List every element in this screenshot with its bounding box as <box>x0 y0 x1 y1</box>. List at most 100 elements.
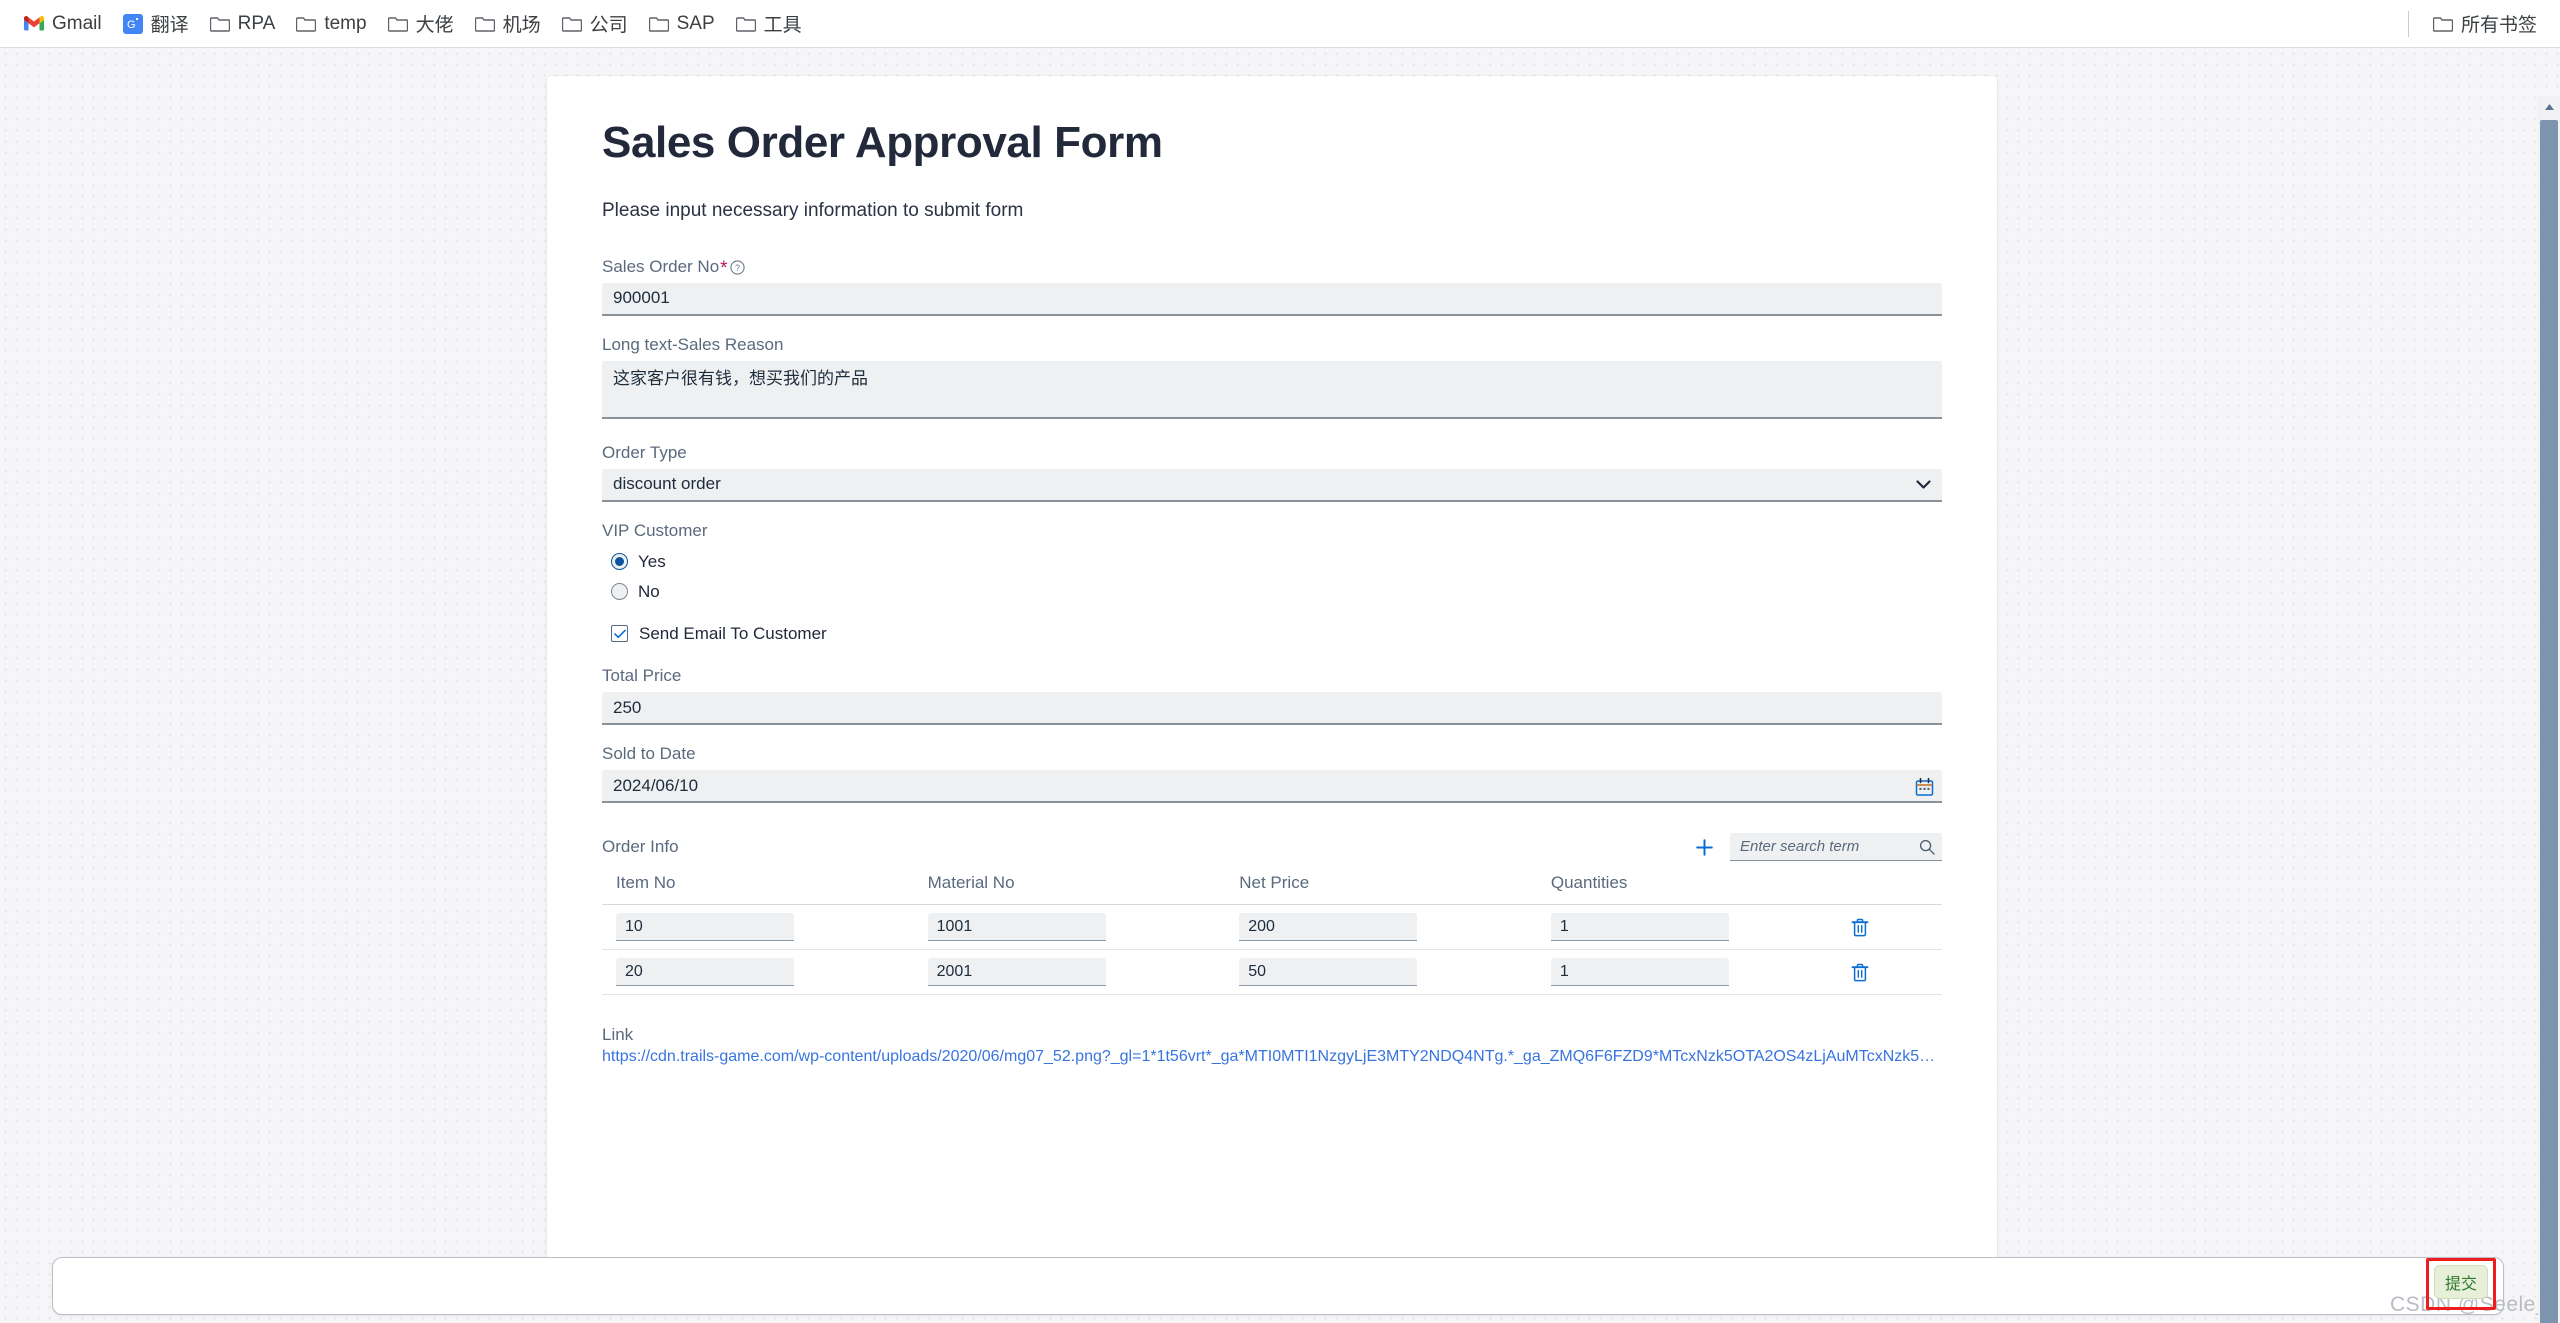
calendar-icon[interactable] <box>1915 777 1934 796</box>
bookmark-translate[interactable]: G 翻译 <box>113 5 198 42</box>
order-info-table: Item No Material No Net Price Quantities <box>602 873 1942 996</box>
total-price-label: Total Price <box>602 665 1942 687</box>
order-table-head: Item No Material No Net Price Quantities <box>602 873 1942 906</box>
bookmark-dalao[interactable]: 大佬 <box>378 5 463 42</box>
row-net-price-input[interactable] <box>1239 913 1418 942</box>
radio-no-label: No <box>638 581 660 601</box>
bookmark-label: 工具 <box>763 15 802 36</box>
divider <box>2407 10 2409 37</box>
radio-option-no[interactable]: No <box>602 577 1942 607</box>
scroll-up-arrow-icon[interactable] <box>2538 96 2560 118</box>
label-text: Total Price <box>602 665 682 685</box>
page-content-area: Sales Order Approval Form Please input n… <box>0 48 2560 1323</box>
delete-row-button[interactable] <box>1849 916 1871 939</box>
vip-customer-radio-group: Yes No <box>602 547 1942 607</box>
order-info-toolbar <box>1693 833 1942 862</box>
folder-icon <box>735 13 757 35</box>
folder-icon <box>474 13 496 35</box>
label-text: Sold to Date <box>602 744 696 764</box>
radio-no-mark[interactable] <box>611 583 628 601</box>
row-material-no-input[interactable] <box>927 913 1106 942</box>
bookmark-sap[interactable]: SAP <box>639 8 724 40</box>
cell-net-price <box>1225 904 1537 951</box>
vip-customer-label: VIP Customer <box>602 520 1942 542</box>
bookmark-jichang[interactable]: 机场 <box>465 5 550 42</box>
bookmark-label: RPA <box>237 12 276 34</box>
table-row <box>602 949 1942 996</box>
delete-row-button[interactable] <box>1849 961 1871 984</box>
checkbox-checked-icon[interactable] <box>611 625 628 643</box>
total-price-input[interactable] <box>602 692 1942 726</box>
label-text: Sales Order No <box>602 256 720 276</box>
bookmark-rpa[interactable]: RPA <box>200 8 285 40</box>
bookmark-gmail[interactable]: Gmail <box>14 8 111 40</box>
column-header-quantities: Quantities <box>1536 873 1849 906</box>
radio-yes-label: Yes <box>638 551 666 571</box>
radio-option-yes[interactable]: Yes <box>602 547 1942 577</box>
field-long-text-sales-reason: Long text-Sales Reason <box>602 334 1942 424</box>
field-sold-to-date: Sold to Date <box>602 743 1942 804</box>
sales-order-no-input[interactable] <box>602 282 1942 316</box>
column-header-material-no: Material No <box>913 873 1226 906</box>
sales-order-form-card: Sales Order Approval Form Please input n… <box>547 76 1997 1263</box>
send-email-checkbox-row[interactable]: Send Email To Customer <box>602 619 1942 649</box>
translate-icon: G <box>122 13 144 35</box>
sales-order-no-label: Sales Order No * ? <box>602 256 1942 278</box>
cell-actions <box>1848 904 1942 951</box>
page-scrollbar[interactable] <box>2538 96 2560 1323</box>
folder-icon <box>209 13 231 35</box>
cell-actions <box>1848 949 1942 996</box>
question-circle-icon[interactable]: ? <box>729 260 745 275</box>
search-input[interactable] <box>1730 833 1942 862</box>
send-email-label: Send Email To Customer <box>639 623 827 643</box>
column-header-net-price: Net Price <box>1225 873 1537 906</box>
row-quantities-input[interactable] <box>1550 958 1729 987</box>
svg-text:?: ? <box>735 263 740 273</box>
sold-to-date-label: Sold to Date <box>602 743 1942 765</box>
browser-bookmarks-bar: Gmail G 翻译 RPA temp 大佬 机场 公司 SAP 工具 所有书签 <box>0 0 2560 48</box>
trash-icon <box>1851 963 1868 982</box>
bookmark-temp[interactable]: temp <box>286 8 375 40</box>
folder-icon <box>2432 13 2454 35</box>
radio-yes-mark[interactable] <box>611 553 628 571</box>
order-table-header-row: Item No Material No Net Price Quantities <box>602 873 1942 906</box>
table-row <box>602 904 1942 951</box>
order-type-select[interactable] <box>602 468 1942 502</box>
column-header-actions <box>1848 873 1942 906</box>
bookmark-gongju[interactable]: 工具 <box>726 5 811 42</box>
scrollbar-thumb[interactable] <box>2540 120 2558 1323</box>
label-text: VIP Customer <box>602 520 708 540</box>
row-item-no-input[interactable] <box>616 958 794 987</box>
bookmark-label: temp <box>324 12 367 34</box>
link-section: Link https://cdn.trails-game.com/wp-cont… <box>602 1025 1942 1066</box>
row-net-price-input[interactable] <box>1239 958 1418 987</box>
field-order-type: Order Type <box>602 442 1942 502</box>
order-type-select-wrap <box>602 468 1942 502</box>
bookmarks-bar-right: 所有书签 <box>2394 5 2546 42</box>
bookmark-gongsi[interactable]: 公司 <box>552 5 637 42</box>
cell-quantities <box>1536 949 1849 996</box>
bookmark-label: Gmail <box>52 12 102 34</box>
required-asterisk: * <box>720 258 728 280</box>
order-info-search-box <box>1730 833 1942 862</box>
bookmark-label: 机场 <box>502 15 541 36</box>
search-icon[interactable] <box>1919 839 1935 855</box>
row-material-no-input[interactable] <box>927 958 1106 987</box>
footer-action-bar <box>52 1257 2504 1315</box>
row-quantities-input[interactable] <box>1550 913 1729 942</box>
long-text-sales-reason-textarea[interactable] <box>602 360 1942 419</box>
row-item-no-input[interactable] <box>616 913 794 942</box>
cell-material-no <box>913 904 1226 951</box>
all-bookmarks-button[interactable]: 所有书签 <box>2423 5 2546 42</box>
add-row-button[interactable] <box>1693 838 1716 857</box>
link-url[interactable]: https://cdn.trails-game.com/wp-content/u… <box>602 1048 1942 1066</box>
svg-text:G: G <box>127 19 136 31</box>
long-text-label: Long text-Sales Reason <box>602 334 1942 356</box>
all-bookmarks-label: 所有书签 <box>2460 15 2537 36</box>
sold-to-date-input[interactable] <box>602 770 1942 804</box>
cell-quantities <box>1536 904 1849 951</box>
link-label: Link <box>602 1025 634 1045</box>
submit-button[interactable]: 提交 <box>2434 1265 2488 1299</box>
bookmark-label: 公司 <box>589 15 628 36</box>
cell-item-no <box>602 904 914 951</box>
